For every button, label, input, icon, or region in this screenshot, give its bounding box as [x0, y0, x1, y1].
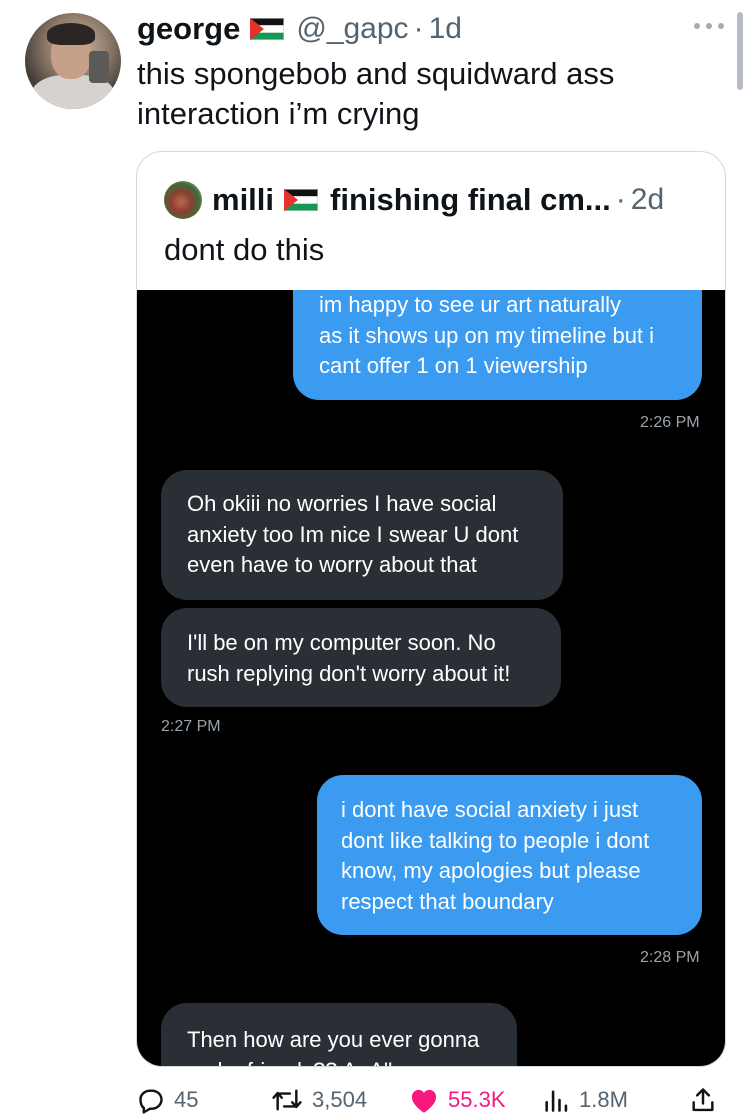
share-icon — [692, 1088, 714, 1112]
tweet-actions: 45 3,504 55.3K 1.8M — [0, 1080, 750, 1119]
message-timestamp: 2:26 PM — [640, 414, 700, 431]
message-bubble-incoming: Then how are you ever gonna make friends… — [161, 1003, 517, 1067]
message-line: make friends?? A_A'' — [187, 1056, 479, 1067]
scrollbar[interactable] — [737, 12, 743, 90]
like-button[interactable]: 55.3K — [408, 1086, 506, 1114]
heart-icon — [411, 1089, 437, 1113]
more-icon[interactable] — [694, 16, 724, 36]
message-line: dont like talking to people i dont — [341, 827, 650, 853]
message-line: respect that boundary — [341, 888, 554, 914]
quoted-tweet[interactable]: milli finishing final cm... · 2d dont do… — [136, 151, 726, 1067]
separator: · — [615, 183, 626, 216]
reply-button[interactable]: 45 — [136, 1086, 198, 1114]
message-line: rush replying don't worry about it! — [187, 660, 511, 686]
message-bubble-incoming: Oh okiii no worries I have social anxiet… — [161, 470, 563, 600]
message-line: as it shows up on my timeline but i — [319, 322, 655, 348]
message-line: Oh okiii no worries I have social — [187, 491, 497, 516]
chat-screenshot[interactable]: im happy to see ur art naturally as it s… — [137, 290, 725, 1067]
message-bubble-incoming: I'll be on my computer soon. No rush rep… — [161, 608, 561, 707]
tweet-header: george @_gapc · 1d — [137, 10, 462, 48]
message-line: i dont have social anxiety i just — [341, 797, 639, 822]
quote-author-name: milli — [212, 182, 275, 217]
retweet-icon — [272, 1089, 302, 1111]
message-bubble-outgoing: i dont have social anxiety i just dont l… — [317, 775, 702, 935]
views-button[interactable]: 1.8M — [541, 1086, 628, 1114]
quote-text: dont do this — [164, 232, 325, 267]
quote-header: milli finishing final cm... · 2d — [164, 180, 664, 220]
reply-icon — [139, 1089, 163, 1114]
tweet-text-line: this spongebob and squidward ass — [137, 56, 615, 91]
message-bubble-outgoing: im happy to see ur art naturally as it s… — [293, 290, 702, 400]
retweet-button[interactable]: 3,504 — [270, 1086, 367, 1114]
message-timestamp: 2:28 PM — [640, 949, 700, 966]
author-handle[interactable]: @_gapc — [296, 12, 408, 46]
palestine-flag-icon — [250, 18, 285, 40]
message-line: im happy to see ur art naturally — [319, 292, 622, 317]
tweet-age[interactable]: 1d — [429, 12, 462, 46]
message-timestamp: 2:27 PM — [161, 718, 221, 735]
like-count: 55.3K — [448, 1087, 506, 1112]
message-line: Then how are you ever gonna — [187, 1027, 480, 1052]
message-line: know, my apologies but please — [341, 858, 641, 883]
palestine-flag-icon — [284, 189, 319, 211]
quote-avatar — [164, 181, 202, 219]
reply-count: 45 — [174, 1087, 199, 1112]
tweet-text: this spongebob and squidward ass interac… — [137, 54, 697, 134]
message-line: I'll be on my computer soon. No — [187, 630, 496, 655]
message-line: anxiety too Im nice I swear U dont — [187, 521, 519, 547]
share-button[interactable] — [689, 1086, 725, 1114]
views-icon — [545, 1090, 568, 1112]
author-name[interactable]: george — [137, 11, 240, 47]
quote-age: 2d — [630, 183, 665, 216]
tweet-text-line: interaction i’m crying — [137, 96, 420, 131]
author-avatar[interactable] — [25, 13, 121, 109]
message-line: even have to worry about that — [187, 552, 477, 577]
retweet-count: 3,504 — [312, 1087, 368, 1112]
message-line: cant offer 1 on 1 viewership — [319, 353, 588, 378]
view-count: 1.8M — [579, 1087, 628, 1112]
quote-display-name: finishing final cm... — [330, 182, 611, 217]
separator: · — [413, 12, 424, 45]
